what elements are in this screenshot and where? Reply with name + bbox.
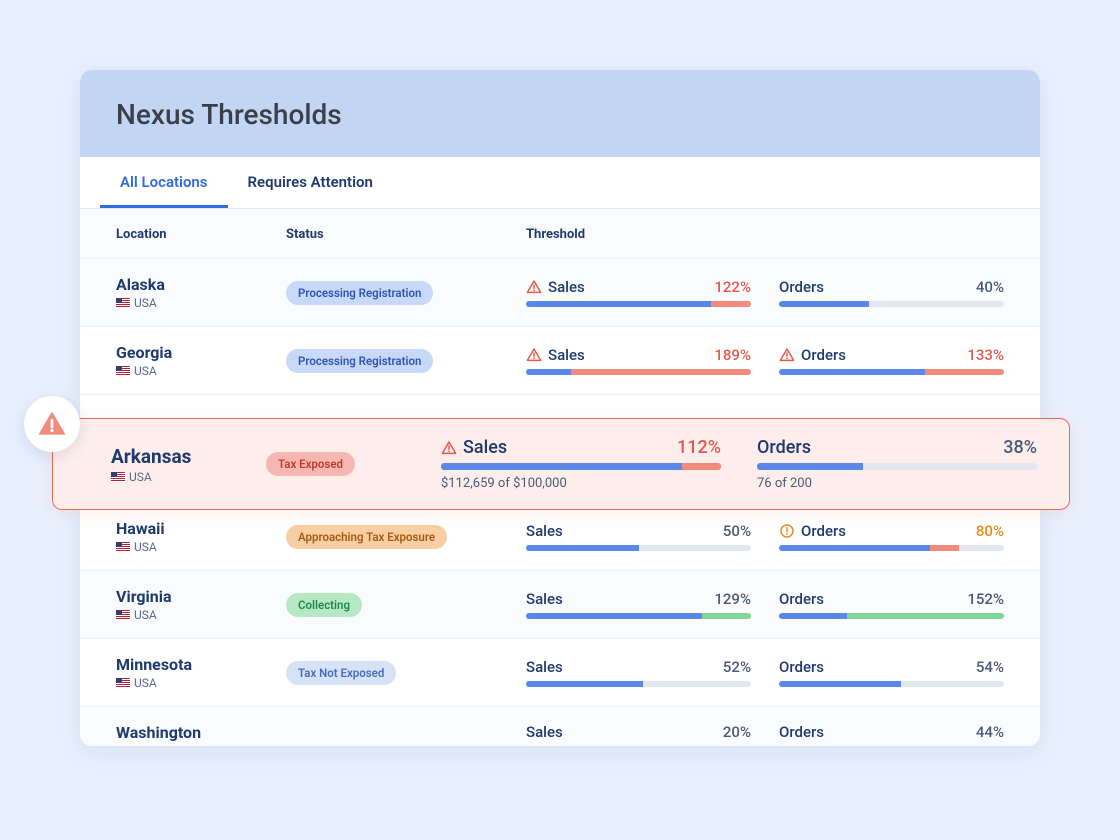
column-headers: Location Status Threshold bbox=[80, 209, 1040, 258]
location-country: USA bbox=[116, 676, 286, 690]
location-name: Washington bbox=[116, 723, 286, 742]
location-name: Alaska bbox=[116, 275, 286, 294]
sales-pct: 52% bbox=[723, 658, 751, 676]
col-header-threshold: Threshold bbox=[526, 227, 1004, 242]
status-badge: Tax Exposed bbox=[266, 452, 355, 476]
sales-metric: Sales 122% bbox=[526, 278, 751, 307]
sales-bar bbox=[526, 369, 751, 375]
alert-icon bbox=[526, 347, 542, 363]
orders-bar bbox=[779, 681, 1004, 687]
location-name: Virginia bbox=[116, 587, 286, 606]
col-header-location: Location bbox=[116, 227, 286, 242]
orders-bar bbox=[779, 613, 1004, 619]
row-arkansas-expanded[interactable]: Arkansas USA Tax Exposed Sales 112% $112… bbox=[52, 418, 1070, 510]
flag-icon bbox=[116, 678, 130, 688]
row-minnesota[interactable]: Minnesota USA Tax Not Exposed Sales 52% … bbox=[80, 638, 1040, 706]
location-country: USA bbox=[116, 540, 286, 554]
row-georgia[interactable]: Georgia USA Processing Registration Sale… bbox=[80, 326, 1040, 394]
status-badge: Processing Registration bbox=[286, 349, 433, 373]
orders-pct: 152% bbox=[967, 590, 1004, 608]
col-header-status: Status bbox=[286, 227, 526, 242]
location-name: Georgia bbox=[116, 343, 286, 362]
orders-metric: Orders 80% bbox=[779, 522, 1004, 551]
flag-icon bbox=[116, 542, 130, 552]
orders-pct: 54% bbox=[976, 658, 1004, 676]
sales-bar bbox=[526, 681, 751, 687]
orders-pct: 40% bbox=[976, 278, 1004, 296]
sales-pct: 189% bbox=[714, 346, 751, 364]
orders-bar bbox=[779, 545, 1004, 551]
sales-metric: Sales 112% $112,659 of $100,000 bbox=[441, 437, 721, 491]
status-badge: Tax Not Exposed bbox=[286, 661, 396, 685]
sales-detail: $112,659 of $100,000 bbox=[441, 476, 721, 491]
orders-detail: 76 of 200 bbox=[757, 476, 1037, 491]
location-country: USA bbox=[116, 364, 286, 378]
status-badge: Processing Registration bbox=[286, 281, 433, 305]
sales-pct: 50% bbox=[723, 522, 751, 540]
sales-metric: Sales 20% bbox=[526, 723, 751, 746]
alert-bubble[interactable] bbox=[24, 396, 80, 452]
alert-icon bbox=[441, 440, 457, 456]
panel-title: Nexus Thresholds bbox=[116, 98, 1004, 131]
location-name: Hawaii bbox=[116, 519, 286, 538]
sales-pct: 122% bbox=[714, 278, 751, 296]
status-badge: Approaching Tax Exposure bbox=[286, 525, 447, 549]
warn-icon bbox=[779, 523, 795, 539]
row-hawaii[interactable]: Hawaii USA Approaching Tax Exposure Sale… bbox=[80, 502, 1040, 570]
orders-bar bbox=[779, 369, 1004, 375]
orders-metric: Orders 152% bbox=[779, 590, 1004, 619]
status-badge: Collecting bbox=[286, 593, 362, 617]
orders-metric: Orders 44% bbox=[779, 723, 1004, 746]
sales-pct: 129% bbox=[714, 590, 751, 608]
row-washington[interactable]: Washington Sales 20% Orders 44% bbox=[80, 706, 1040, 746]
sales-metric: Sales 50% bbox=[526, 522, 751, 551]
alert-icon bbox=[526, 279, 542, 295]
orders-pct: 80% bbox=[976, 522, 1004, 540]
nexus-panel: Nexus Thresholds All Locations Requires … bbox=[80, 70, 1040, 746]
flag-icon bbox=[116, 298, 130, 308]
location-country: USA bbox=[116, 296, 286, 310]
orders-pct: 38% bbox=[1003, 437, 1037, 458]
location-country: USA bbox=[111, 470, 266, 484]
orders-metric: Orders 38% 76 of 200 bbox=[757, 437, 1037, 491]
sales-pct: 112% bbox=[677, 437, 721, 458]
location-country: USA bbox=[116, 608, 286, 622]
flag-icon bbox=[116, 366, 130, 376]
sales-bar bbox=[526, 301, 751, 307]
sales-metric: Sales 129% bbox=[526, 590, 751, 619]
flag-icon bbox=[111, 472, 125, 482]
tabs: All Locations Requires Attention bbox=[80, 157, 1040, 209]
sales-bar bbox=[441, 463, 721, 470]
sales-bar bbox=[526, 545, 751, 551]
tab-requires-attention[interactable]: Requires Attention bbox=[228, 157, 393, 208]
orders-metric: Orders 54% bbox=[779, 658, 1004, 687]
tab-all-locations[interactable]: All Locations bbox=[100, 157, 228, 208]
orders-metric: Orders 133% bbox=[779, 346, 1004, 375]
location-name: Arkansas bbox=[111, 445, 266, 468]
orders-pct: 133% bbox=[967, 346, 1004, 364]
panel-header: Nexus Thresholds bbox=[80, 70, 1040, 157]
sales-bar bbox=[526, 613, 751, 619]
alert-icon bbox=[779, 347, 795, 363]
sales-metric: Sales 52% bbox=[526, 658, 751, 687]
row-virginia[interactable]: Virginia USA Collecting Sales 129% Order… bbox=[80, 570, 1040, 638]
alert-triangle-icon bbox=[37, 409, 67, 439]
orders-bar bbox=[779, 301, 1004, 307]
location-name: Minnesota bbox=[116, 655, 286, 674]
sales-metric: Sales 189% bbox=[526, 346, 751, 375]
row-alaska[interactable]: Alaska USA Processing Registration Sales… bbox=[80, 258, 1040, 326]
orders-pct: 44% bbox=[976, 723, 1004, 741]
orders-bar bbox=[757, 463, 1037, 470]
orders-metric: Orders 40% bbox=[779, 278, 1004, 307]
flag-icon bbox=[116, 610, 130, 620]
sales-pct: 20% bbox=[723, 723, 751, 741]
